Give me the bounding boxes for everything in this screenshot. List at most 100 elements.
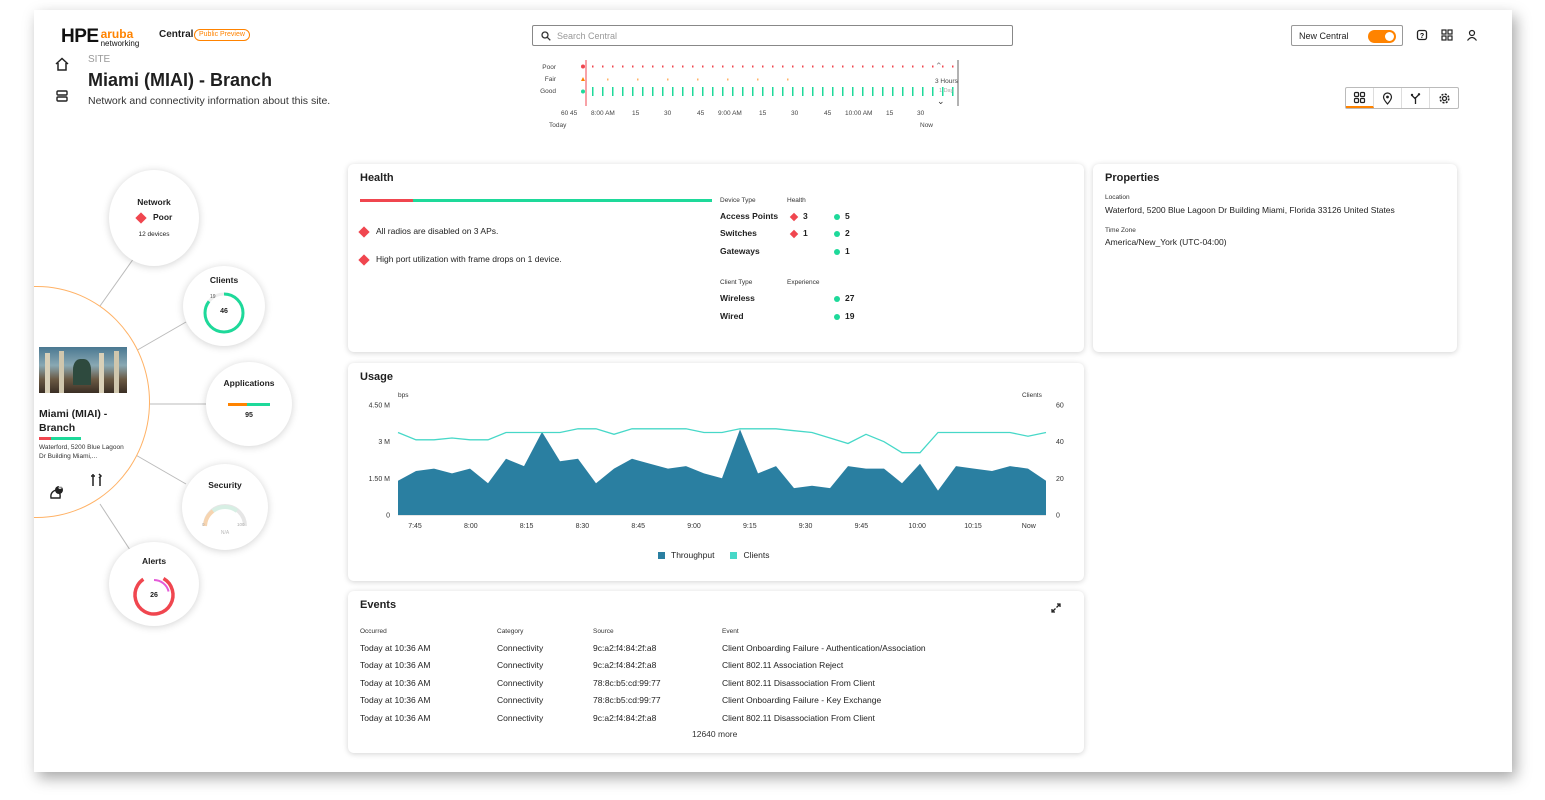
svg-text:?: ? [1420, 33, 1424, 40]
health-issue-2-text: High port utilization with frame drops o… [376, 254, 562, 264]
timeline-tick-label: 15 [632, 110, 640, 117]
event-source[interactable]: 9c:a2:f4:84:2f:a8 [593, 713, 656, 723]
health-issue-2[interactable]: High port utilization with frame drops o… [358, 254, 562, 266]
usage-x-tick-label: Now [1022, 523, 1037, 530]
timeline-good-mark [862, 87, 864, 96]
events-col-source: Source [593, 628, 614, 635]
network-status-label: Poor [153, 212, 173, 222]
device-access-points[interactable]: Access Points [720, 211, 778, 221]
event-description: Client 802.11 Association Reject [722, 660, 844, 670]
view-grid-button[interactable] [1346, 88, 1374, 108]
health-timeline[interactable]: Poor Fair Good 60 45 8:00 AM 15 30 45 9:00 AM 1… [514, 58, 984, 138]
client-wireless[interactable]: Wireless [720, 293, 755, 303]
timeline-good-mark [722, 87, 724, 96]
timeline-poor-mark [872, 65, 874, 68]
new-central-toggle[interactable] [1368, 30, 1396, 43]
new-central-switch[interactable]: New Central [1291, 25, 1403, 46]
timeline-tick-label: 15 [759, 110, 767, 117]
client-wired[interactable]: Wired [720, 311, 744, 321]
event-source[interactable]: 9c:a2:f4:84:2f:a8 [593, 660, 656, 670]
event-source[interactable]: 78:8c:b5:cd:99:77 [593, 695, 661, 705]
timeline-poor-mark [632, 65, 634, 68]
clients-node[interactable]: Clients 19 46 [183, 266, 265, 346]
tools-icon[interactable] [89, 472, 105, 488]
timeline-poor-mark [642, 65, 644, 68]
timezone-label: Time Zone [1105, 227, 1136, 234]
timeline-good-mark [842, 87, 844, 96]
timeline-range-alt[interactable]: 1 Day [939, 88, 953, 94]
apps-grid-icon[interactable] [1440, 28, 1454, 42]
help-icon[interactable]: ? [1415, 28, 1429, 42]
search-input[interactable]: Search Central [532, 25, 1013, 46]
security-left-tick: 0 [202, 522, 205, 527]
properties-card: Properties Location Waterford, 5200 Blue… [1093, 164, 1457, 352]
wireless-good-value: 27 [845, 293, 855, 303]
timeline-poor-mark [782, 65, 784, 68]
event-occurred: Today at 10:36 AM [360, 695, 431, 705]
wired-good-value: 19 [845, 311, 855, 321]
usage-x-tick-label: 9:15 [743, 523, 757, 530]
events-col-occurred: Occurred [360, 628, 387, 635]
good-dot-icon [834, 230, 840, 237]
device-gateways[interactable]: Gateways [720, 246, 760, 256]
poor-diamond-icon [789, 212, 799, 221]
timeline-up-icon[interactable]: ⌃ [935, 61, 943, 72]
applications-node[interactable]: Applications 95 [206, 362, 292, 446]
event-source[interactable]: 78:8c:b5:cd:99:77 [593, 678, 661, 688]
grid-icon [1353, 91, 1366, 103]
expand-icon[interactable] [1050, 602, 1062, 614]
timeline-tick-label: 30 [664, 110, 672, 117]
timeline-poor-mark [902, 65, 904, 68]
view-topology-button[interactable] [1402, 88, 1430, 108]
client-type-header: Client Type [720, 279, 753, 286]
wireless-good-count: 27 [834, 293, 854, 303]
events-card: Events Occurred Category Source Event To… [348, 591, 1084, 753]
applications-value: 95 [245, 412, 253, 419]
timeline-tick-label: 9:00 AM [718, 110, 742, 117]
events-more-link[interactable]: 12640 more [692, 729, 737, 739]
app-window: HPE aruba networking Central Public Prev… [34, 10, 1512, 772]
timeline-poor-mark [922, 65, 924, 68]
usage-x-tick-label: 10:00 [908, 523, 926, 530]
clients-line [397, 428, 1047, 454]
timeline-down-icon[interactable]: ⌄ [937, 96, 945, 107]
view-settings-button[interactable] [1430, 88, 1458, 108]
event-occurred: Today at 10:36 AM [360, 660, 431, 670]
timeline-good-mark [922, 87, 924, 96]
switch-good-count: 2 [834, 228, 850, 238]
timeline-poor-mark [652, 65, 654, 68]
event-source[interactable]: 9c:a2:f4:84:2f:a8 [593, 643, 656, 653]
timezone-value: America/New_York (UTC-04:00) [1105, 237, 1227, 247]
timeline-good-mark [602, 87, 604, 96]
timeline-good-mark [882, 87, 884, 96]
usage-legend: Throughput Clients [658, 550, 769, 560]
good-dot-icon [834, 213, 840, 220]
health-header: Health [787, 197, 806, 204]
network-node[interactable]: Network Poor 12 devices [109, 170, 199, 266]
usage-y2-tick-label: 20 [1056, 476, 1064, 483]
timeline-good-mark [622, 87, 624, 96]
usage-y-tick-label: 4.50 M [369, 403, 391, 410]
user-icon[interactable] [1465, 28, 1479, 42]
clients-wired-label: 19 [210, 294, 216, 300]
site-health-bar [39, 437, 81, 440]
timeline-good-mark [772, 87, 774, 96]
location-pin-icon [1382, 91, 1393, 105]
ap-good-value: 5 [845, 211, 850, 221]
view-location-button[interactable] [1374, 88, 1402, 108]
properties-title: Properties [1105, 172, 1160, 184]
timeline-good-mark [872, 87, 874, 96]
timeline-good-mark [892, 87, 894, 96]
timeline-poor-mark [882, 65, 884, 68]
timeline-good-mark [672, 87, 674, 96]
alerts-node[interactable]: Alerts 26 [109, 542, 199, 626]
device-switches[interactable]: Switches [720, 228, 757, 238]
timeline-poor-mark [682, 65, 684, 68]
usage-x-tick-label: 8:00 [464, 523, 478, 530]
usage-x-tick-label: 9:30 [799, 523, 813, 530]
timeline-range-selected[interactable]: 3 Hours [935, 78, 958, 85]
health-issue-1[interactable]: All radios are disabled on 3 APs. [358, 226, 498, 238]
security-node[interactable]: Security 0 100 N/A [182, 464, 268, 550]
timeline-good-mark [782, 87, 784, 96]
gateway-good-count: 1 [834, 246, 850, 256]
